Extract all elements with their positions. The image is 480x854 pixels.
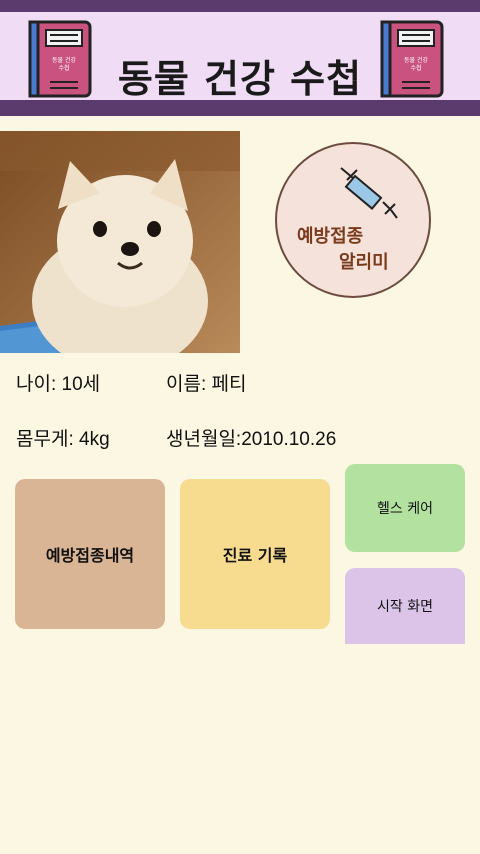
book-cover-text: 동물 건강 (52, 56, 76, 64)
vaccine-alarm-label: 알리미 (339, 252, 389, 273)
vaccine-alarm-button[interactable]: 예방접종 알리미 (275, 142, 431, 298)
medical-record-label: 진료 기록 (222, 546, 288, 565)
pet-name: 이름: 페티 (166, 374, 247, 395)
pet-weight: 몸무게: 4kg (16, 429, 110, 450)
pet-birthdate: 생년월일:2010.10.26 (166, 429, 337, 450)
book-cover-text: 수첩 (410, 64, 421, 72)
book-cover-text: 수첩 (58, 64, 69, 72)
health-care-label: 헬스 케어 (377, 501, 433, 517)
start-screen-label: 시작 화면 (377, 599, 433, 615)
vaccine-alarm-label: 예방접종 (297, 226, 364, 247)
top-bar (0, 0, 480, 12)
medical-record-button[interactable]: 진료 기록 (180, 479, 330, 629)
notebook-icon: 동물 건강 수첩 (380, 20, 444, 98)
page-title: 동물 건강 수첩 (117, 57, 363, 101)
book-cover-text: 동물 건강 (404, 56, 428, 64)
syringe-icon (340, 167, 398, 219)
health-care-button[interactable]: 헬스 케어 (345, 464, 465, 552)
notebook-icon: 동물 건강 수첩 (28, 20, 92, 98)
pet-photo (0, 131, 240, 353)
pet-age: 나이: 10세 (16, 374, 101, 395)
vaccination-history-label: 예방접종내역 (45, 546, 135, 565)
header-divider (0, 100, 480, 116)
vaccination-history-button[interactable]: 예방접종내역 (15, 479, 165, 629)
start-screen-button[interactable]: 시작 화면 (345, 568, 465, 644)
